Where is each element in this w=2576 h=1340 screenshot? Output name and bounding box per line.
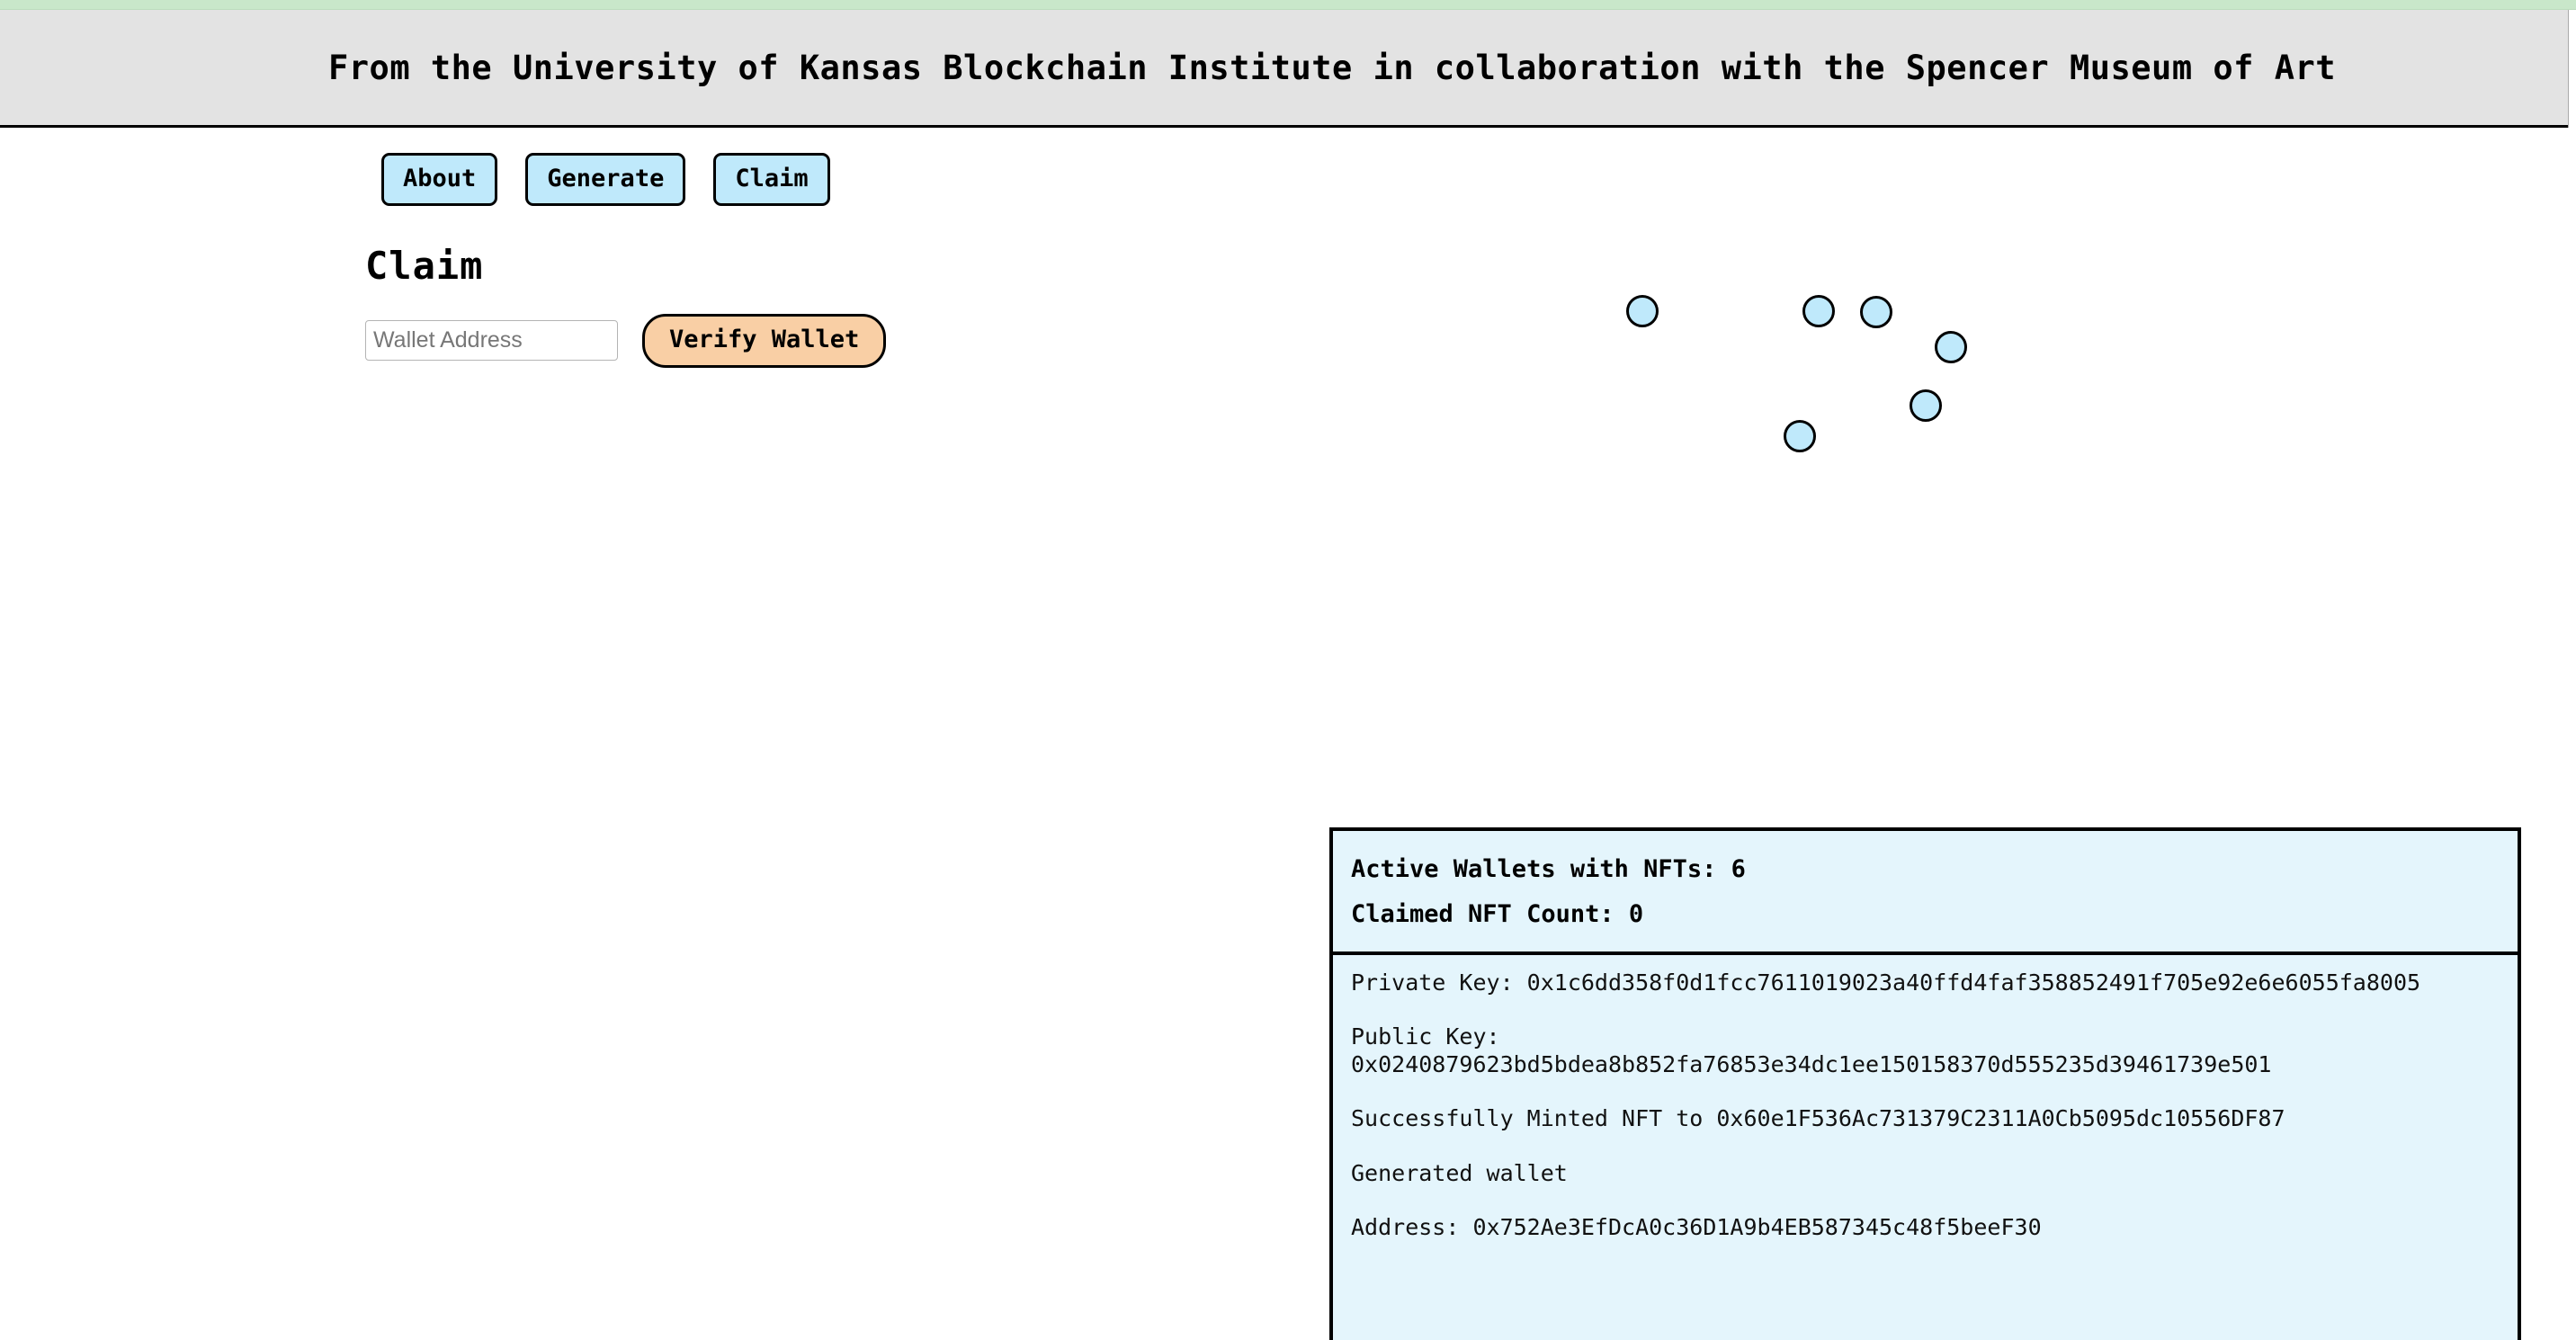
nav-button-about[interactable]: About: [381, 153, 498, 206]
wallet-node-5[interactable]: [1910, 389, 1942, 422]
wallet-node-6[interactable]: [1784, 420, 1816, 452]
stats-section: Active Wallets with NFTs: 6 Claimed NFT …: [1333, 831, 2518, 955]
wallet-address-input[interactable]: [365, 320, 618, 362]
log-entry: Successfully Minted NFT to 0x60e1F536Ac7…: [1351, 1105, 2285, 1132]
log-entry: Address: 0x752Ae3EfDcA0c36D1A9b4EB587345…: [1351, 1214, 2042, 1241]
wallet-node-1[interactable]: [1626, 295, 1659, 327]
claim-form: Verify Wallet: [365, 314, 887, 368]
header-right-edge: [2568, 10, 2576, 128]
wallet-node-3[interactable]: [1860, 296, 1892, 328]
header-title: From the University of Kansas Blockchain…: [328, 48, 2337, 87]
log-entry: Public Key: 0x0240879623bd5bdea8b852fa76…: [1351, 1023, 2272, 1077]
log-entry: Private Key: 0x1c6dd358f0d1fcc7611019023…: [1351, 969, 2421, 996]
nav-button-generate[interactable]: Generate: [525, 153, 686, 206]
top-accent-strip: [0, 0, 2576, 10]
active-wallets-stat: Active Wallets with NFTs: 6: [1351, 855, 1746, 883]
header-banner: From the University of Kansas Blockchain…: [0, 10, 2576, 128]
nav-button-claim[interactable]: Claim: [713, 153, 830, 206]
page-title: Claim: [365, 244, 484, 289]
wallet-node-2[interactable]: [1802, 295, 1835, 327]
wallet-node-4[interactable]: [1935, 331, 1967, 363]
log-entry: Generated wallet: [1351, 1159, 1568, 1186]
log-section: Private Key: 0x1c6dd358f0d1fcc7611019023…: [1333, 955, 2518, 1242]
claimed-nft-count-stat: Claimed NFT Count: 0: [1351, 899, 1644, 928]
nav-bar: About Generate Claim: [381, 153, 830, 206]
verify-wallet-button[interactable]: Verify Wallet: [642, 314, 887, 368]
info-panel: Active Wallets with NFTs: 6 Claimed NFT …: [1329, 827, 2521, 1340]
